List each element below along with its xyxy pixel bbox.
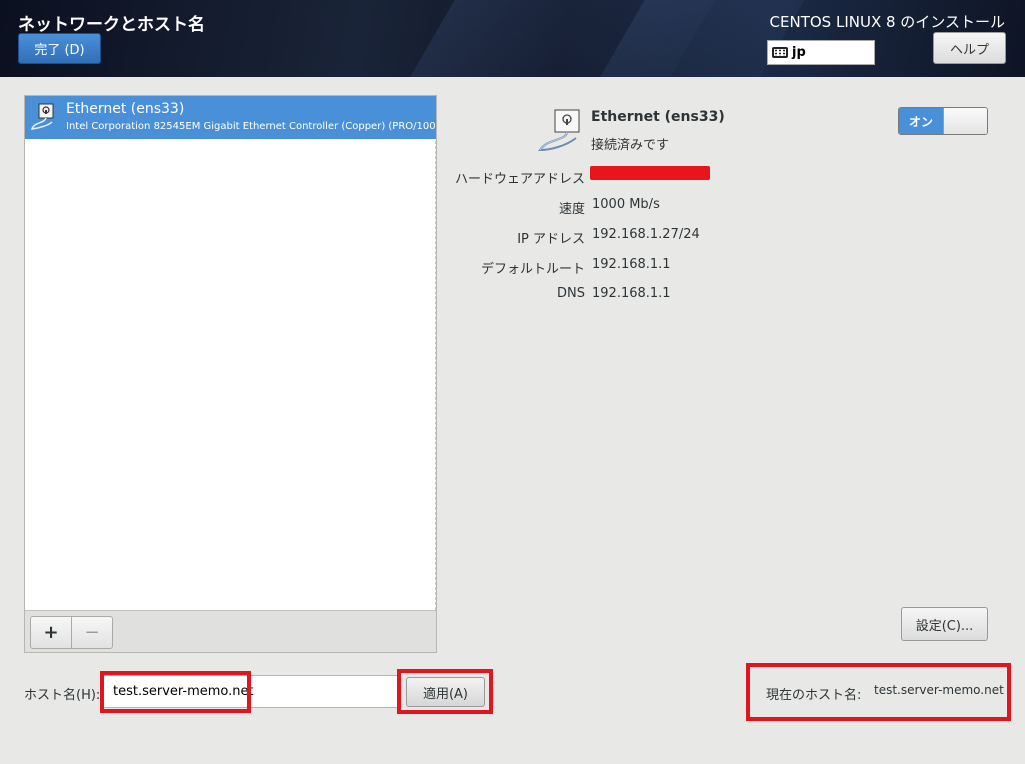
ip-address-label: IP アドレス (517, 232, 585, 247)
speed-label: 速度 (558, 202, 585, 217)
toggle-knob[interactable] (942, 108, 987, 134)
configure-button[interactable]: 設定(C)... (901, 607, 988, 641)
device-list-panel: Ethernet (ens33) Intel Corporation 82545… (24, 95, 437, 653)
hostname-label: ホスト名(H): (24, 688, 101, 703)
device-toolbar: + − (25, 610, 436, 652)
device-item-ens33[interactable]: Ethernet (ens33) Intel Corporation 82545… (25, 96, 436, 139)
redaction-mark (590, 166, 710, 180)
device-description: Intel Corporation 82545EM Gigabit Ethern… (66, 121, 436, 132)
speed-value: 1000 Mb/s (592, 197, 660, 212)
hardware-address-label: ハードウェアアドレス (454, 172, 585, 187)
device-name: Ethernet (ens33) (66, 101, 185, 117)
remove-device-button[interactable]: − (71, 616, 113, 649)
page-title: ネットワークとホスト名 (18, 15, 205, 35)
ip-address-value: 192.168.1.27/24 (592, 227, 700, 242)
header-bar: ネットワークとホスト名 完了 (D) CENTOS LINUX 8 のインストー… (0, 0, 1025, 77)
highlight-box (100, 671, 251, 713)
keyboard-layout-indicator[interactable]: jp (767, 40, 875, 65)
keyboard-icon (772, 47, 788, 58)
help-button[interactable]: ヘルプ (933, 32, 1006, 64)
keyboard-layout-label: jp (792, 45, 806, 60)
ethernet-icon (30, 103, 54, 130)
highlight-box (397, 669, 493, 714)
dns-label: DNS (557, 286, 585, 301)
done-button[interactable]: 完了 (D) (18, 33, 101, 64)
device-list: Ethernet (ens33) Intel Corporation 82545… (25, 96, 436, 610)
connection-status: 接続済みです (591, 138, 670, 153)
add-device-button[interactable]: + (30, 616, 72, 649)
default-route-label: デフォルトルート (480, 262, 585, 277)
install-title: CENTOS LINUX 8 のインストール (769, 13, 1005, 31)
connection-toggle[interactable]: オン (898, 107, 988, 135)
device-detail-name: Ethernet (ens33) (591, 109, 725, 125)
default-route-value: 192.168.1.1 (592, 257, 671, 272)
highlight-box (746, 663, 1011, 721)
ethernet-icon (538, 109, 580, 152)
toggle-on-label: オン (899, 108, 943, 134)
dns-value: 192.168.1.1 (592, 286, 671, 301)
